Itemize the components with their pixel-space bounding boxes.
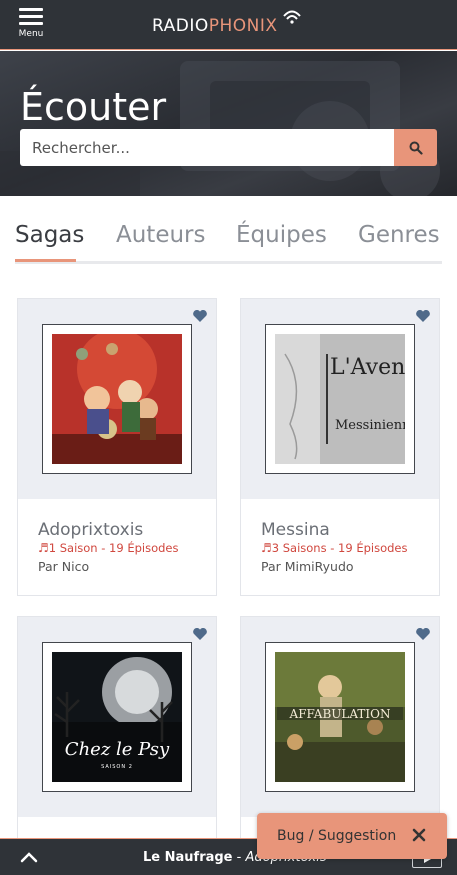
card-cover-area: Chez le Psy SAISON 2 bbox=[18, 617, 216, 817]
logo-text-radio: RADIO bbox=[152, 16, 209, 36]
search-input[interactable] bbox=[20, 129, 394, 166]
logo-text-phonix: PHONIX bbox=[208, 16, 278, 36]
cover-title-text: Chez le Psy bbox=[65, 739, 170, 760]
top-bar: Menu RADIOPHONIX bbox=[0, 0, 457, 50]
menu-button[interactable]: Menu bbox=[16, 8, 46, 44]
saga-cover-image[interactable]: AFFABULATION bbox=[275, 652, 405, 782]
bug-suggestion-label[interactable]: Bug / Suggestion bbox=[277, 828, 396, 844]
close-icon[interactable] bbox=[411, 827, 427, 843]
saga-card-chez-le-psy[interactable]: Chez le Psy SAISON 2 bbox=[17, 616, 217, 856]
card-cover-area: L'Aventure Messinienne bbox=[241, 299, 439, 499]
saga-card-messina[interactable]: L'Aventure Messinienne Messina ♬3 Saison… bbox=[240, 298, 440, 596]
card-cover-area: AFFABULATION bbox=[241, 617, 439, 817]
saga-card-adoprixtoxis[interactable]: Adoprixtoxis ♬1 Saison - 19 Épisodes Par… bbox=[17, 298, 217, 596]
now-playing-episode: Le Naufrage bbox=[143, 850, 233, 865]
search-icon bbox=[409, 141, 423, 155]
saga-author: Par MimiRyudo bbox=[261, 559, 354, 574]
tab-equipes[interactable]: Équipes bbox=[236, 222, 327, 248]
saga-title[interactable]: Adoprixtoxis bbox=[38, 520, 143, 540]
tab-auteurs[interactable]: Auteurs bbox=[116, 222, 206, 248]
favorite-heart-icon[interactable] bbox=[192, 309, 208, 323]
category-tabs: Sagas Auteurs Équipes Genres bbox=[15, 216, 442, 264]
cover-frame: L'Aventure Messinienne bbox=[265, 324, 415, 474]
favorite-heart-icon[interactable] bbox=[192, 627, 208, 641]
cover-text-line1: L'Aventure bbox=[330, 355, 405, 380]
saga-cover-image[interactable]: L'Aventure Messinienne bbox=[275, 334, 405, 464]
cover-text-line2: Messinienne bbox=[335, 418, 405, 433]
cover-subtitle-text: SAISON 2 bbox=[101, 764, 133, 770]
saga-title[interactable]: Messina bbox=[261, 520, 330, 540]
tab-sagas[interactable]: Sagas bbox=[15, 222, 84, 248]
now-playing-separator: - bbox=[232, 850, 246, 865]
bug-suggestion-toast[interactable]: Bug / Suggestion bbox=[257, 813, 447, 859]
chevron-up-icon[interactable] bbox=[20, 852, 38, 863]
page-title: Écouter bbox=[20, 85, 167, 129]
music-note-icon: ♬ bbox=[261, 541, 272, 555]
card-cover-area bbox=[18, 299, 216, 499]
saga-cover-image[interactable]: Chez le Psy SAISON 2 bbox=[52, 652, 182, 782]
hamburger-icon bbox=[19, 8, 43, 11]
hamburger-icon-line bbox=[19, 22, 43, 25]
music-note-icon: ♬ bbox=[38, 541, 49, 555]
favorite-heart-icon[interactable] bbox=[415, 309, 431, 323]
saga-meta-text: 1 Saison - 19 Épisodes bbox=[48, 541, 179, 555]
favorite-heart-icon[interactable] bbox=[415, 627, 431, 641]
cover-title-text: AFFABULATION bbox=[289, 707, 391, 721]
saga-meta-text: 3 Saisons - 19 Épisodes bbox=[271, 541, 408, 555]
hamburger-icon-line bbox=[19, 15, 43, 18]
cover-frame: Chez le Psy SAISON 2 bbox=[42, 642, 192, 792]
menu-label: Menu bbox=[18, 29, 44, 39]
saga-cover-image[interactable] bbox=[52, 334, 182, 464]
saga-meta: ♬1 Saison - 19 Épisodes bbox=[38, 541, 179, 555]
radio-waves-icon bbox=[283, 10, 301, 24]
hero-banner: Écouter bbox=[0, 51, 457, 196]
cover-frame: AFFABULATION bbox=[265, 642, 415, 792]
saga-meta: ♬3 Saisons - 19 Épisodes bbox=[261, 541, 408, 555]
search-button[interactable] bbox=[394, 129, 437, 166]
cover-frame bbox=[42, 324, 192, 474]
saga-author: Par Nico bbox=[38, 559, 90, 574]
tab-genres[interactable]: Genres bbox=[358, 222, 440, 248]
site-logo[interactable]: RADIOPHONIX bbox=[152, 16, 278, 40]
active-tab-indicator bbox=[15, 259, 76, 262]
